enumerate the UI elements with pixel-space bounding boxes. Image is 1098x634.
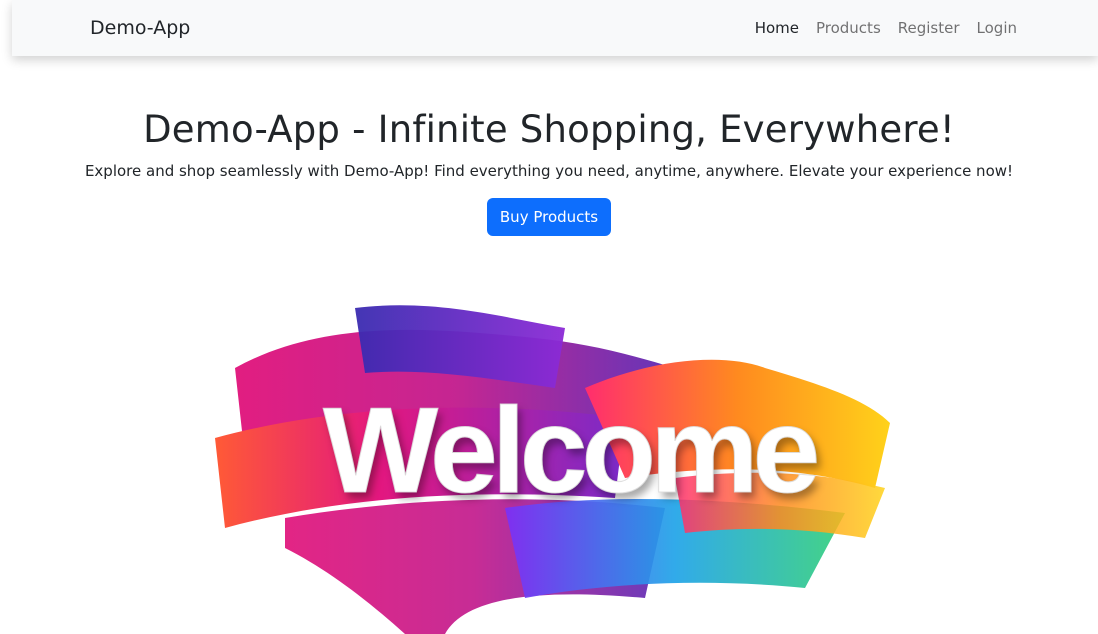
hero-section: Demo-App - Infinite Shopping, Everywhere… bbox=[0, 108, 1098, 236]
nav-link-login[interactable]: Login bbox=[977, 19, 1017, 37]
welcome-banner-image: Welcome bbox=[205, 298, 895, 634]
buy-products-button[interactable]: Buy Products bbox=[486, 198, 612, 236]
hero-title: Demo-App - Infinite Shopping, Everywhere… bbox=[143, 108, 955, 151]
brand-link[interactable]: Demo-App bbox=[90, 17, 190, 39]
top-navbar: Demo-App Home Products Register Login bbox=[12, 0, 1098, 56]
nav-link-home[interactable]: Home bbox=[755, 19, 799, 37]
nav-link-register[interactable]: Register bbox=[898, 19, 960, 37]
nav-link-products[interactable]: Products bbox=[816, 19, 881, 37]
welcome-text: Welcome bbox=[323, 382, 821, 519]
nav-links: Home Products Register Login bbox=[755, 19, 1017, 37]
hero-subtitle: Explore and shop seamlessly with Demo-Ap… bbox=[84, 162, 1014, 180]
